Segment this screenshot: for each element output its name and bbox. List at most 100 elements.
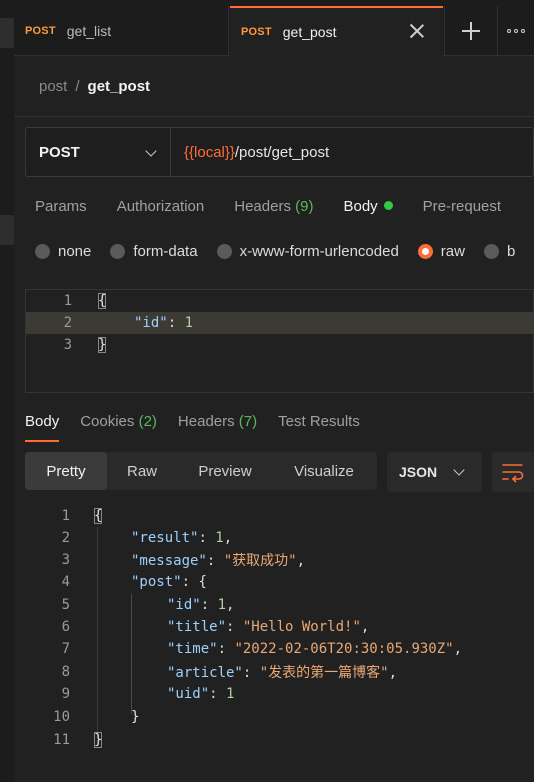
tab-get-list[interactable]: POST get_list bbox=[14, 6, 229, 56]
json-key: "uid" bbox=[167, 686, 210, 702]
tab-response-headers[interactable]: Headers (7) bbox=[178, 413, 257, 430]
view-pretty[interactable]: Pretty bbox=[25, 452, 107, 490]
json-pair: "post": { bbox=[131, 574, 207, 590]
tab-name: get_list bbox=[66, 23, 112, 39]
json-key: "time" bbox=[167, 641, 218, 657]
tab-authorization[interactable]: Authorization bbox=[117, 198, 205, 215]
radio-circle-icon bbox=[216, 244, 232, 259]
breadcrumb: post / get_post bbox=[39, 78, 150, 95]
line-number: 3 bbox=[63, 337, 72, 353]
json-pair: "time": "2022-02-06T20:30:05.930Z", bbox=[167, 641, 463, 657]
json-key: "post" bbox=[131, 574, 182, 590]
line-number: 1 bbox=[61, 508, 70, 524]
json-key: "result" bbox=[131, 530, 199, 546]
editor-line: 3 } bbox=[26, 334, 534, 356]
radio-none[interactable]: none bbox=[35, 243, 91, 260]
radio-circle-icon bbox=[483, 244, 499, 259]
json-pair: "id": 1, bbox=[167, 597, 235, 613]
line-number: 7 bbox=[61, 641, 70, 657]
breadcrumb-separator: / bbox=[75, 78, 80, 95]
code-line: 11 } bbox=[0, 729, 534, 751]
json-key: "id" bbox=[134, 315, 168, 331]
url-path: /post/get_post bbox=[234, 143, 330, 161]
tab-cookies[interactable]: Cookies (2) bbox=[80, 413, 157, 430]
json-string: "发表的第一篇博客" bbox=[259, 665, 389, 681]
json-pair: "id": 1 bbox=[134, 315, 193, 331]
format-label: JSON bbox=[399, 464, 438, 480]
body-active-dot-icon bbox=[383, 201, 393, 210]
view-preview[interactable]: Preview bbox=[177, 452, 273, 490]
close-icon[interactable] bbox=[407, 21, 427, 41]
radio-label: raw bbox=[440, 243, 465, 260]
tab-response-body[interactable]: Body bbox=[25, 413, 60, 442]
radio-circle-icon bbox=[110, 244, 126, 259]
line-number: 4 bbox=[61, 574, 70, 590]
tab-headers[interactable]: Headers (9) bbox=[234, 198, 313, 215]
body-mode-radios: none form-data x-www-form-urlencoded raw… bbox=[35, 243, 534, 260]
tab-params[interactable]: Params bbox=[35, 198, 87, 215]
sidebar-marker bbox=[0, 18, 14, 48]
url-input[interactable]: {{local}}/post/get_post bbox=[171, 128, 533, 176]
radio-urlencoded[interactable]: x-www-form-urlencoded bbox=[216, 243, 399, 260]
tab-headers-label: Headers bbox=[177, 413, 235, 430]
json-number: 1 bbox=[217, 597, 227, 613]
method-label: POST bbox=[39, 143, 80, 161]
json-pair: "article": "发表的第一篇博客", bbox=[167, 665, 398, 681]
json-brace: { bbox=[198, 574, 207, 590]
radio-label: form-data bbox=[133, 243, 198, 260]
response-view-toggle: Pretty Raw Preview Visualize bbox=[25, 452, 377, 490]
response-tabs: Body Cookies (2) Headers (7) Test Result… bbox=[25, 413, 381, 442]
chevron-down-icon bbox=[145, 145, 157, 157]
cookies-count: (2) bbox=[138, 413, 157, 430]
request-body-editor[interactable]: 1 { 2 "id": 1 3 } bbox=[25, 289, 534, 393]
code-line: 1 { bbox=[0, 505, 534, 527]
radio-form-data[interactable]: form-data bbox=[110, 243, 198, 260]
view-raw[interactable]: Raw bbox=[107, 452, 177, 490]
tab-body[interactable]: Body bbox=[343, 198, 393, 215]
radio-binary[interactable]: b bbox=[483, 243, 516, 260]
code-line: 6 "title": "Hello World!", bbox=[0, 616, 534, 638]
line-number: 10 bbox=[53, 709, 70, 725]
tab-pre-request[interactable]: Pre-request bbox=[423, 198, 501, 215]
divider bbox=[14, 116, 534, 117]
line-number: 8 bbox=[61, 664, 70, 680]
method-select[interactable]: POST bbox=[26, 128, 171, 176]
tab-method: POST bbox=[241, 26, 272, 38]
json-brace: } bbox=[131, 709, 140, 725]
tab-get-post[interactable]: POST get_post bbox=[230, 6, 443, 56]
view-visualize[interactable]: Visualize bbox=[273, 452, 375, 490]
breadcrumb-parent[interactable]: post bbox=[39, 78, 67, 95]
radio-selected-icon bbox=[417, 244, 433, 259]
line-number: 5 bbox=[61, 597, 70, 613]
json-key: "message" bbox=[131, 553, 207, 569]
response-body-viewer[interactable]: 1 { 2 "result": 1, 3 "message": "获取成功", … bbox=[0, 505, 534, 755]
code-line: 4 "post": { bbox=[0, 571, 534, 593]
json-pair: "result": 1, bbox=[131, 530, 233, 546]
json-key: "title" bbox=[167, 619, 227, 635]
json-key: "id" bbox=[167, 597, 201, 613]
json-string: "2022-02-06T20:30:05.930Z" bbox=[234, 641, 454, 657]
code-line: 10 } bbox=[0, 706, 534, 728]
tab-name: get_post bbox=[282, 24, 337, 40]
code-line: 7 "time": "2022-02-06T20:30:05.930Z", bbox=[0, 638, 534, 660]
tab-method: POST bbox=[25, 25, 56, 37]
format-select[interactable]: JSON bbox=[387, 452, 482, 492]
more-options-icon[interactable] bbox=[497, 6, 534, 56]
line-number: 3 bbox=[61, 552, 70, 568]
tab-body-label: Body bbox=[343, 198, 378, 215]
new-tab-plus-icon[interactable] bbox=[444, 6, 496, 56]
json-brace: { bbox=[94, 508, 103, 524]
code-line: 5 "id": 1, bbox=[0, 594, 534, 616]
tab-headers-label: Headers bbox=[234, 198, 291, 215]
radio-label: b bbox=[506, 243, 516, 260]
wrap-lines-button[interactable] bbox=[492, 452, 534, 492]
json-pair: "message": "获取成功", bbox=[131, 553, 306, 569]
json-string: "获取成功" bbox=[223, 553, 297, 569]
editor-line: 1 { bbox=[26, 290, 534, 312]
tab-test-results[interactable]: Test Results bbox=[278, 413, 360, 430]
line-number: 9 bbox=[61, 686, 70, 702]
wrap-lines-icon bbox=[502, 464, 524, 483]
json-colon: : bbox=[167, 315, 185, 331]
radio-raw[interactable]: raw bbox=[417, 243, 465, 260]
tab-cookies-label: Cookies bbox=[80, 413, 135, 430]
